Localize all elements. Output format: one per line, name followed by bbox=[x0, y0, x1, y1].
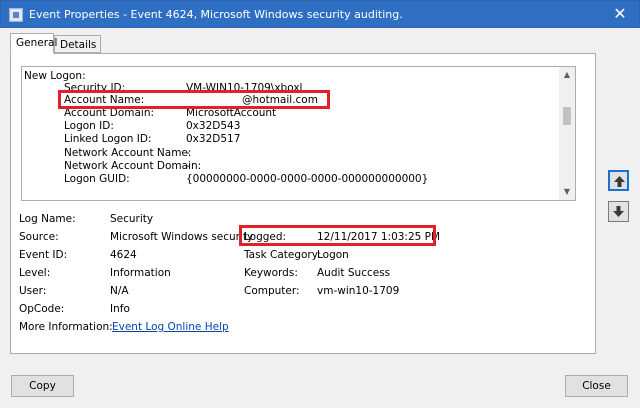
source-label: Source: bbox=[19, 231, 59, 243]
task-category-label: Task Category: bbox=[244, 249, 321, 261]
arrow-down-icon bbox=[613, 206, 624, 217]
event-id-value: 4624 bbox=[110, 249, 137, 261]
scroll-up-arrow-icon[interactable]: ▲ bbox=[559, 67, 575, 83]
tab-details[interactable]: Details bbox=[54, 35, 101, 53]
next-event-button[interactable] bbox=[608, 201, 629, 222]
log-name-label: Log Name: bbox=[19, 213, 76, 225]
scroll-thumb[interactable] bbox=[563, 107, 571, 125]
event-description-text[interactable]: New Logon: Security ID: VM-WIN10-1709\xb… bbox=[22, 67, 560, 200]
scroll-down-arrow-icon[interactable]: ▼ bbox=[559, 184, 575, 200]
logged-highlight bbox=[239, 225, 436, 246]
general-tab-panel: New Logon: Security ID: VM-WIN10-1709\xb… bbox=[10, 53, 596, 354]
arrow-up-icon bbox=[614, 176, 625, 187]
level-value: Information bbox=[110, 267, 171, 279]
opcode-value: Info bbox=[110, 303, 130, 315]
event-description-box: New Logon: Security ID: VM-WIN10-1709\xb… bbox=[21, 66, 576, 201]
more-information-label: More Information: bbox=[19, 321, 113, 333]
title-bar: Event Properties - Event 4624, Microsoft… bbox=[0, 0, 640, 28]
account-name-highlight bbox=[58, 90, 330, 109]
opcode-label: OpCode: bbox=[19, 303, 65, 315]
tab-general[interactable]: General bbox=[10, 33, 57, 54]
task-category-value: Logon bbox=[317, 249, 349, 261]
window-close-button[interactable]: ✕ bbox=[605, 3, 635, 25]
description-header: New Logon: bbox=[24, 70, 86, 82]
event-id-label: Event ID: bbox=[19, 249, 68, 261]
window-title: Event Properties - Event 4624, Microsoft… bbox=[29, 8, 403, 21]
copy-button[interactable]: Copy bbox=[11, 375, 74, 397]
source-value: Microsoft Windows security bbox=[110, 231, 254, 243]
computer-label: Computer: bbox=[244, 285, 300, 297]
level-label: Level: bbox=[19, 267, 51, 279]
previous-event-button[interactable] bbox=[608, 170, 629, 191]
keywords-label: Keywords: bbox=[244, 267, 298, 279]
computer-value: vm-win10-1709 bbox=[317, 285, 400, 297]
description-scrollbar[interactable]: ▲ ▼ bbox=[559, 67, 575, 200]
user-label: User: bbox=[19, 285, 47, 297]
event-log-online-help-link[interactable]: Event Log Online Help bbox=[112, 321, 229, 333]
event-viewer-icon bbox=[9, 8, 23, 22]
log-name-value: Security bbox=[110, 213, 154, 225]
user-value: N/A bbox=[110, 285, 129, 297]
close-button[interactable]: Close bbox=[565, 375, 628, 397]
keywords-value: Audit Success bbox=[317, 267, 391, 279]
